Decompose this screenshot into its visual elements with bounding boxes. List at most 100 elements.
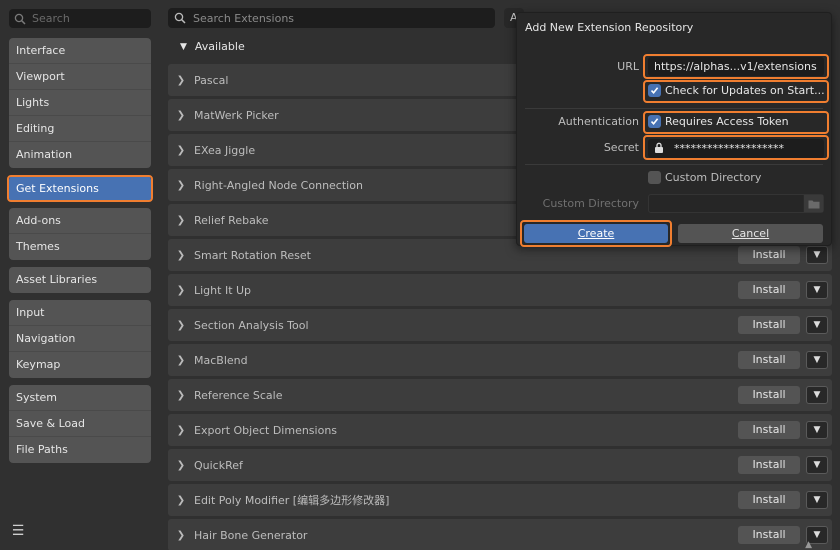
sidebar-item-get-extensions[interactable]: Get Extensions bbox=[9, 176, 151, 202]
divider bbox=[525, 108, 823, 109]
nav-group-general: Interface Viewport Lights Editing Animat… bbox=[9, 38, 151, 168]
extension-name: Right-Angled Node Connection bbox=[194, 178, 363, 192]
extension-name: QuickRef bbox=[194, 458, 243, 472]
create-button[interactable]: Create bbox=[524, 224, 668, 243]
sidebar-item-add-ons[interactable]: Add-ons bbox=[9, 208, 151, 234]
chevron-down-icon[interactable]: ▼ bbox=[806, 246, 828, 264]
install-button[interactable]: Install bbox=[738, 491, 800, 509]
check-updates-row[interactable]: Check for Updates on Start... bbox=[648, 84, 825, 97]
sidebar-item-keymap[interactable]: Keymap bbox=[9, 352, 151, 378]
lock-icon bbox=[654, 142, 664, 156]
chevron-right-icon[interactable]: ❯ bbox=[168, 145, 194, 156]
chevron-down-icon[interactable]: ▼ bbox=[806, 491, 828, 509]
folder-icon[interactable] bbox=[803, 195, 823, 212]
extension-name: Edit Poly Modifier [编辑多边形修改器] bbox=[194, 494, 390, 507]
extension-row[interactable]: ❯ QuickRef Install ▼ bbox=[168, 449, 832, 481]
nav-group-extensions: Get Extensions bbox=[9, 176, 151, 202]
sidebar-item-animation[interactable]: Animation bbox=[9, 142, 151, 168]
sidebar-item-asset-libraries[interactable]: Asset Libraries bbox=[9, 267, 151, 293]
install-button[interactable]: Install bbox=[738, 351, 800, 369]
extension-row[interactable]: ❯ Section Analysis Tool Install ▼ bbox=[168, 309, 832, 341]
extension-name: Light It Up bbox=[194, 283, 252, 297]
chevron-right-icon[interactable]: ❯ bbox=[168, 460, 194, 471]
scroll-up-icon[interactable]: ▲ bbox=[805, 540, 812, 550]
nav-group-assets: Asset Libraries bbox=[9, 267, 151, 293]
sidebar-item-file-paths[interactable]: File Paths bbox=[9, 437, 151, 463]
sidebar-item-viewport[interactable]: Viewport bbox=[9, 64, 151, 90]
url-field[interactable]: https://alphas...v1/extensions bbox=[648, 57, 824, 76]
extension-name: EXea Jiggle bbox=[194, 143, 256, 157]
extension-row[interactable]: ❯ Light It Up Install ▼ bbox=[168, 274, 832, 306]
extensions-search-input[interactable]: Search Extensions bbox=[168, 8, 495, 28]
sidebar-item-interface[interactable]: Interface bbox=[9, 38, 151, 64]
chevron-right-icon[interactable]: ❯ bbox=[168, 355, 194, 366]
sidebar-item-lights[interactable]: Lights bbox=[9, 90, 151, 116]
chevron-down-icon[interactable]: ▼ bbox=[806, 316, 828, 334]
available-section-header[interactable]: ▼ Available bbox=[180, 40, 245, 53]
extension-name: Smart Rotation Reset bbox=[194, 248, 311, 262]
chevron-down-icon[interactable]: ▼ bbox=[806, 281, 828, 299]
extension-row[interactable]: ❯ MacBlend Install ▼ bbox=[168, 344, 832, 376]
extension-name: Pascal bbox=[194, 73, 229, 87]
extension-name: Reference Scale bbox=[194, 388, 283, 402]
chevron-right-icon[interactable]: ❯ bbox=[168, 390, 194, 401]
sidebar-item-input[interactable]: Input bbox=[9, 300, 151, 326]
sidebar-search-input[interactable]: Search bbox=[9, 9, 151, 28]
sidebar-item-save-load[interactable]: Save & Load bbox=[9, 411, 151, 437]
chevron-down-icon: ▼ bbox=[180, 41, 187, 52]
sidebar-item-system[interactable]: System bbox=[9, 385, 151, 411]
extension-row[interactable]: ❯ Export Object Dimensions Install ▼ bbox=[168, 414, 832, 446]
chevron-down-icon[interactable]: ▼ bbox=[806, 386, 828, 404]
chevron-right-icon[interactable]: ❯ bbox=[168, 215, 194, 226]
chevron-right-icon[interactable]: ❯ bbox=[168, 250, 194, 261]
hamburger-icon[interactable]: ☰ bbox=[8, 522, 28, 540]
search-icon bbox=[174, 12, 186, 24]
install-button[interactable]: Install bbox=[738, 281, 800, 299]
chevron-down-icon[interactable]: ▼ bbox=[806, 351, 828, 369]
chevron-right-icon[interactable]: ❯ bbox=[168, 180, 194, 191]
extension-name: Section Analysis Tool bbox=[194, 318, 309, 332]
requires-token-checkbox[interactable] bbox=[648, 115, 661, 128]
search-icon bbox=[14, 13, 26, 25]
chevron-right-icon[interactable]: ❯ bbox=[168, 530, 194, 541]
extension-row[interactable]: ❯ Edit Poly Modifier [编辑多边形修改器] Install ▼ bbox=[168, 484, 832, 516]
sidebar-item-themes[interactable]: Themes bbox=[9, 234, 151, 260]
cancel-button[interactable]: Cancel bbox=[678, 224, 823, 243]
extension-name: MatWerk Picker bbox=[194, 108, 279, 122]
sidebar-search-placeholder: Search bbox=[32, 12, 70, 25]
install-button[interactable]: Install bbox=[738, 386, 800, 404]
extension-row[interactable]: ❯ Hair Bone Generator Install ▼ ▲ bbox=[168, 519, 832, 550]
divider bbox=[525, 164, 823, 165]
chevron-right-icon[interactable]: ❯ bbox=[168, 285, 194, 296]
install-button[interactable]: Install bbox=[738, 526, 800, 544]
custom-directory-label: Custom Directory bbox=[665, 171, 762, 184]
chevron-down-icon[interactable]: ▼ bbox=[806, 421, 828, 439]
nav-group-system: System Save & Load File Paths bbox=[9, 385, 151, 463]
chevron-right-icon[interactable]: ❯ bbox=[168, 495, 194, 506]
custom-directory-row[interactable]: Custom Directory bbox=[648, 171, 761, 184]
chevron-right-icon[interactable]: ❯ bbox=[168, 320, 194, 331]
extension-name: Relief Rebake bbox=[194, 213, 269, 227]
custom-directory-checkbox[interactable] bbox=[648, 171, 661, 184]
sidebar-item-editing[interactable]: Editing bbox=[9, 116, 151, 142]
check-updates-checkbox[interactable] bbox=[648, 84, 661, 97]
chevron-down-icon[interactable]: ▼ bbox=[806, 456, 828, 474]
install-button[interactable]: Install bbox=[738, 316, 800, 334]
extension-row[interactable]: ❯ Reference Scale Install ▼ bbox=[168, 379, 832, 411]
chevron-right-icon[interactable]: ❯ bbox=[168, 425, 194, 436]
secret-field[interactable]: ******************** bbox=[648, 139, 824, 158]
nav-group-input: Input Navigation Keymap bbox=[9, 300, 151, 378]
requires-token-row[interactable]: Requires Access Token bbox=[648, 115, 789, 128]
sidebar-item-navigation[interactable]: Navigation bbox=[9, 326, 151, 352]
authentication-label: Authentication bbox=[558, 115, 639, 128]
dialog-title: Add New Extension Repository bbox=[525, 21, 694, 34]
extension-name: Export Object Dimensions bbox=[194, 423, 338, 437]
preferences-sidebar: Search Interface Viewport Lights Editing… bbox=[0, 0, 160, 550]
extensions-search-placeholder: Search Extensions bbox=[193, 11, 295, 25]
custom-directory-field[interactable] bbox=[648, 194, 824, 213]
install-button[interactable]: Install bbox=[738, 456, 800, 474]
chevron-right-icon[interactable]: ❯ bbox=[168, 75, 194, 86]
install-button[interactable]: Install bbox=[738, 421, 800, 439]
chevron-right-icon[interactable]: ❯ bbox=[168, 110, 194, 121]
install-button[interactable]: Install bbox=[738, 246, 800, 264]
